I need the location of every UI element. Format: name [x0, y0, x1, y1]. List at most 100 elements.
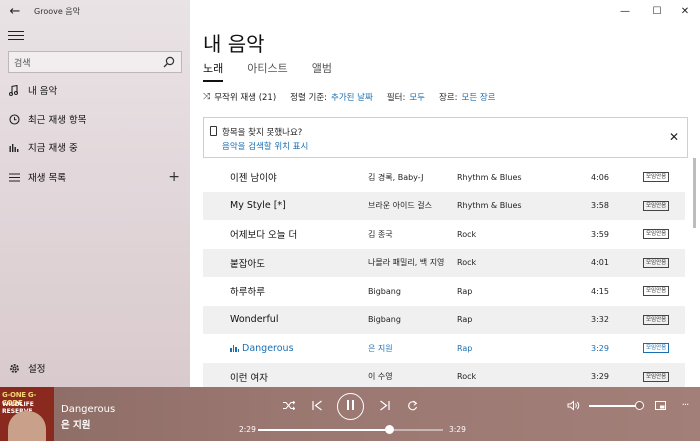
volume-slider[interactable] [589, 401, 644, 410]
sort-dropdown[interactable]: 추가된 날짜 [331, 91, 373, 103]
seek-bar[interactable] [258, 425, 443, 434]
song-row[interactable]: Dangerous 은 지원 Rap 3:29 모임안음 [203, 334, 685, 363]
sidebar-item-settings[interactable]: 설정 [0, 354, 190, 382]
song-artist[interactable]: 브라운 아이드 걸스 [368, 200, 432, 211]
sidebar-item-my-music[interactable]: 내 음악 [0, 76, 190, 104]
song-title: Wonderful [230, 314, 278, 325]
song-list: 이젠 남이야 김 경록, Baby-J Rhythm & Blues 4:06 모임안음… [203, 163, 685, 391]
back-button[interactable]: ← [0, 0, 30, 22]
maximize-button[interactable]: ☐ [642, 0, 672, 22]
minimize-button[interactable]: — [610, 0, 640, 22]
player-bar: G-ONE G-CODE WILDLIFE RESERVE Dangerous … [0, 387, 700, 441]
scrollbar[interactable] [693, 158, 696, 228]
song-title: My Style [*] [230, 200, 286, 211]
close-window-button[interactable]: ✕ [670, 0, 700, 22]
song-title-text: 하루하루 [230, 287, 265, 299]
tab-artists[interactable]: 아티스트 [247, 60, 287, 82]
song-duration: 3:32 [591, 315, 609, 325]
hamburger-menu-icon[interactable] [8, 28, 24, 42]
song-genre: Rap [457, 286, 473, 296]
seek-thumb[interactable] [385, 425, 395, 434]
song-row[interactable]: 붙잡아도 나몰라 패밀리, 백 지영 Rock 4:01 모임안음 [203, 248, 685, 277]
sort-label: 정렬 기준: [290, 93, 328, 103]
repeat-button[interactable] [405, 397, 419, 413]
genre-dropdown[interactable]: 모든 장르 [462, 91, 496, 103]
filter-dropdown[interactable]: 모두 [409, 91, 425, 103]
sidebar-item-now-playing[interactable]: 지금 재생 중 [0, 133, 190, 161]
song-row[interactable]: 하루하루 Bigbang Rap 4:15 모임안음 [203, 277, 685, 306]
song-badge: 모임안음 [643, 343, 670, 354]
sidebar-item-recent[interactable]: 최근 재생 항목 [0, 105, 190, 133]
song-row[interactable]: My Style [*] 브라운 아이드 걸스 Rhythm & Blues 3:58… [203, 191, 685, 220]
song-title-text: My Style [*] [230, 200, 286, 212]
tab-bar: 노래 아티스트 앨범 [203, 60, 356, 82]
sidebar-item-playlists[interactable]: 재생 목록 + [0, 163, 190, 191]
volume-level [589, 405, 639, 407]
shuffle-button[interactable] [282, 397, 296, 413]
song-genre: Rock [457, 372, 477, 382]
more-options-button[interactable]: ··· [678, 397, 692, 413]
pause-icon [346, 400, 356, 413]
album-art[interactable]: G-ONE G-CODE WILDLIFE RESERVE [0, 387, 54, 441]
song-row[interactable]: 어제보다 오늘 더 김 종국 Rock 3:59 모임안음 [203, 220, 685, 249]
song-title-text: 붙잡아도 [230, 258, 265, 270]
settings-label: 설정 [28, 364, 46, 375]
sidebar-item-label: 내 음악 [28, 86, 58, 97]
now-playing-title[interactable]: Dangerous [61, 404, 115, 415]
pause-button[interactable] [337, 393, 364, 420]
song-artist[interactable]: 은 지원 [368, 343, 393, 354]
notice-question: 항목을 찾지 못했나요? [222, 128, 303, 138]
song-artist[interactable]: Bigbang [368, 315, 401, 324]
add-playlist-button[interactable]: + [168, 169, 180, 185]
phone-icon [210, 126, 217, 136]
search-input[interactable]: 검색 [8, 51, 182, 73]
volume-thumb[interactable] [635, 401, 644, 410]
song-genre: Rhythm & Blues [457, 172, 522, 182]
song-artist[interactable]: Bigbang [368, 287, 401, 296]
now-playing-artist[interactable]: 은 지원 [61, 417, 91, 431]
song-title: 하루하루 [230, 284, 265, 298]
song-badge: 모임안음 [643, 286, 670, 297]
song-genre: Rock [457, 229, 477, 239]
previous-icon [311, 400, 322, 410]
genre-label: 장르: [438, 93, 458, 103]
search-icon[interactable] [163, 56, 175, 68]
song-genre: Rhythm & Blues [457, 201, 522, 211]
song-title-text: 이젠 남이야 [230, 173, 277, 185]
next-button[interactable] [377, 397, 391, 413]
search-placeholder: 검색 [14, 58, 31, 69]
list-icon [0, 173, 28, 182]
tab-albums[interactable]: 앨범 [312, 60, 332, 82]
song-duration: 4:06 [591, 172, 609, 182]
clock-icon [0, 113, 28, 125]
volume-button[interactable] [566, 397, 580, 413]
mini-view-icon [654, 400, 666, 410]
song-artist[interactable]: 김 경록, Baby-J [368, 172, 423, 183]
show-music-locations-link[interactable]: 음악을 검색할 위치 표시 [222, 140, 308, 152]
seek-progress [258, 429, 390, 431]
titlebar-left: ← Groove 음악 [0, 0, 190, 22]
song-artist[interactable]: 나몰라 패밀리, 백 지영 [368, 257, 444, 268]
song-duration: 4:15 [591, 286, 609, 296]
notice-close-button[interactable]: ✕ [669, 130, 679, 144]
song-row[interactable]: 이젠 남이야 김 경록, Baby-J Rhythm & Blues 4:06 모임안음 [203, 163, 685, 192]
sidebar-item-label: 지금 재생 중 [28, 143, 78, 154]
song-title: 붙잡아도 [230, 256, 265, 270]
filter-label: 필터: [386, 93, 406, 103]
album-portrait [8, 411, 46, 441]
previous-button[interactable] [310, 397, 324, 413]
song-duration: 3:29 [591, 372, 609, 382]
shuffle-all-button[interactable]: ⤨ 무작위 재생 (21) [203, 91, 276, 103]
gear-icon [0, 363, 28, 374]
song-duration: 3:58 [591, 201, 609, 211]
song-artist[interactable]: 이 수영 [368, 371, 393, 382]
song-badge: 모임안음 [643, 314, 670, 325]
music-note-icon [0, 84, 28, 96]
mini-view-button[interactable] [654, 397, 666, 413]
song-title-text: 어제보다 오늘 더 [230, 230, 298, 242]
tab-songs[interactable]: 노래 [203, 60, 224, 82]
song-badge: 모임안음 [643, 257, 670, 268]
song-artist[interactable]: 김 종국 [368, 229, 393, 240]
song-row[interactable]: Wonderful Bigbang Rap 3:32 모임안음 [203, 305, 685, 334]
minimize-icon: — [620, 5, 630, 17]
